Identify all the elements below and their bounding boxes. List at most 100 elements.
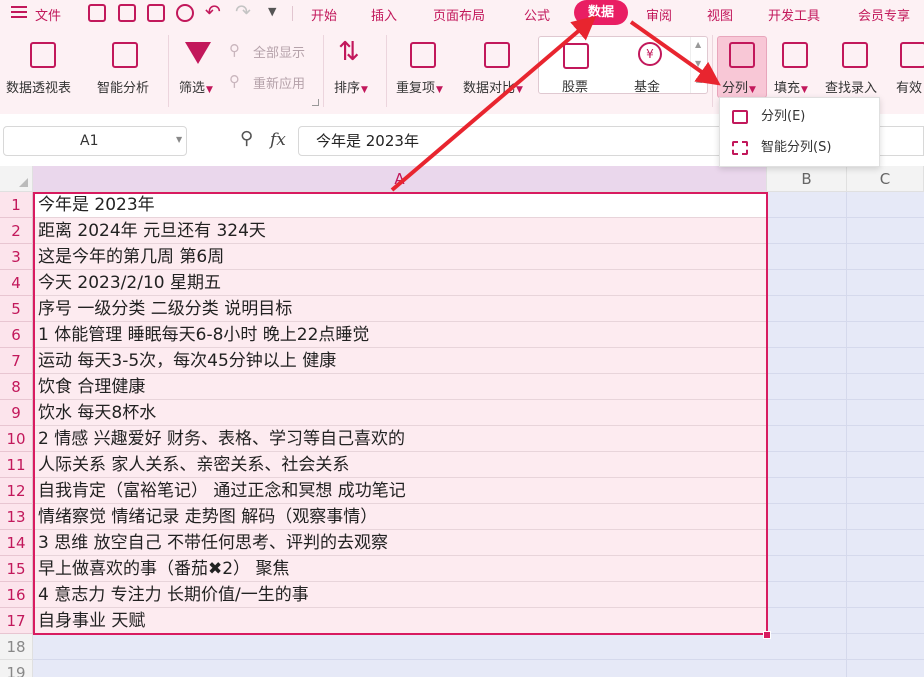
cell-a[interactable] <box>33 634 767 660</box>
cell-b[interactable] <box>767 478 847 504</box>
tab-home[interactable]: 开始 <box>311 5 337 24</box>
cell-c[interactable] <box>847 504 924 530</box>
chevron-down-icon[interactable]: ▼ <box>176 135 182 144</box>
sort-button[interactable]: ⇅ 排序▼ <box>328 27 380 107</box>
cell-c[interactable] <box>847 348 924 374</box>
cell-c[interactable] <box>847 270 924 296</box>
cell-c[interactable] <box>847 244 924 270</box>
cell-b[interactable] <box>767 296 847 322</box>
cell-b[interactable] <box>767 192 847 218</box>
duplicates-button[interactable]: 重复项▼ <box>390 27 452 107</box>
file-menu[interactable]: 文件 <box>35 5 61 24</box>
cell-b[interactable] <box>767 270 847 296</box>
cell-a[interactable]: 情绪察觉 情绪记录 走势图 解码（观察事情） <box>33 504 767 530</box>
tab-review[interactable]: 审阅 <box>646 5 672 24</box>
show-all-button[interactable]: ⚲ 全部显示 <box>228 41 314 63</box>
cell-c[interactable] <box>847 556 924 582</box>
cell-c[interactable] <box>847 530 924 556</box>
cell-c[interactable] <box>847 192 924 218</box>
row-header[interactable]: 6 <box>0 322 33 348</box>
column-header-b[interactable]: B <box>767 166 847 192</box>
tab-page-layout[interactable]: 页面布局 <box>433 5 485 24</box>
column-header-c[interactable]: C <box>847 166 924 192</box>
cell-c[interactable] <box>847 218 924 244</box>
cell-b[interactable] <box>767 426 847 452</box>
row-header[interactable]: 15 <box>0 556 33 582</box>
cell-a[interactable]: 4 意志力 专注力 长期价值/一生的事 <box>33 582 767 608</box>
zoom-search-icon[interactable]: ⚲ <box>240 128 253 149</box>
cell-b[interactable] <box>767 322 847 348</box>
fill-handle[interactable] <box>763 631 771 639</box>
cell-c[interactable] <box>847 478 924 504</box>
cell-b[interactable] <box>767 530 847 556</box>
row-header[interactable]: 9 <box>0 400 33 426</box>
row-header[interactable]: 10 <box>0 426 33 452</box>
cell-a[interactable]: 序号 一级分类 二级分类 说明目标 <box>33 296 767 322</box>
cell-c[interactable] <box>847 400 924 426</box>
cell-a[interactable]: 自身事业 天赋 <box>33 608 767 634</box>
stocks-button[interactable]: 股票 <box>539 37 613 95</box>
cell-b[interactable] <box>767 452 847 478</box>
cell-b[interactable] <box>767 634 847 660</box>
cell-a[interactable]: 这是今年的第几周 第6周 <box>33 244 767 270</box>
export-icon[interactable] <box>118 4 136 22</box>
row-header[interactable]: 3 <box>0 244 33 270</box>
cell-c[interactable] <box>847 296 924 322</box>
row-header[interactable]: 8 <box>0 374 33 400</box>
hamburger-icon[interactable] <box>11 5 27 19</box>
cell-a[interactable]: 1 体能管理 睡眠每天6-8小时 晚上22点睡觉 <box>33 322 767 348</box>
validity-button[interactable]: 有效 <box>892 27 924 107</box>
select-all-corner[interactable] <box>0 166 33 192</box>
lookup-entry-button[interactable]: 查找录入 <box>822 27 888 107</box>
data-compare-button[interactable]: 数据对比▼ <box>458 27 534 107</box>
cell-c[interactable] <box>847 452 924 478</box>
row-header[interactable]: 4 <box>0 270 33 296</box>
cell-b[interactable] <box>767 660 847 677</box>
pivot-table-button[interactable]: 数据透视表 <box>0 27 86 107</box>
row-header[interactable]: 19 <box>0 660 33 677</box>
smart-analysis-button[interactable]: 智能分析 <box>90 27 162 107</box>
cell-a[interactable]: 运动 每天3-5次，每次45分钟以上 健康 <box>33 348 767 374</box>
menu-item-smart-split[interactable]: 智能分列(S) <box>720 133 879 163</box>
cell-c[interactable] <box>847 634 924 660</box>
cell-c[interactable] <box>847 322 924 348</box>
row-header[interactable]: 7 <box>0 348 33 374</box>
cell-c[interactable] <box>847 582 924 608</box>
cell-a[interactable]: 今年是 2023年 <box>33 192 767 218</box>
row-header[interactable]: 5 <box>0 296 33 322</box>
undo-icon[interactable]: ↶ <box>205 1 221 23</box>
menu-item-split-column[interactable]: 分列(E) <box>720 102 879 132</box>
fx-icon[interactable]: fx <box>270 130 286 150</box>
split-column-button[interactable]: 分列▼ <box>717 36 767 98</box>
gallery-scroll[interactable]: ▲ ▼ ≡ <box>690 37 708 93</box>
print-preview-icon[interactable] <box>176 4 194 22</box>
row-header[interactable]: 13 <box>0 504 33 530</box>
cell-b[interactable] <box>767 374 847 400</box>
cell-a[interactable]: 早上做喜欢的事（番茄✖2） 聚焦 <box>33 556 767 582</box>
cell-a[interactable]: 距离 2024年 元旦还有 324天 <box>33 218 767 244</box>
cell-b[interactable] <box>767 504 847 530</box>
cell-b[interactable] <box>767 244 847 270</box>
group-expand-icon[interactable] <box>312 99 319 106</box>
cell-b[interactable] <box>767 608 847 634</box>
cell-a[interactable] <box>33 660 767 677</box>
row-header[interactable]: 17 <box>0 608 33 634</box>
tab-data[interactable]: 数据 <box>574 0 628 25</box>
row-header[interactable]: 14 <box>0 530 33 556</box>
chevron-down-icon[interactable]: ▼ <box>268 5 276 18</box>
fill-button[interactable]: 填充▼ <box>770 27 820 107</box>
tab-member[interactable]: 会员专享 <box>858 5 910 24</box>
cell-a[interactable]: 人际关系 家人关系、亲密关系、社会关系 <box>33 452 767 478</box>
filter-button[interactable]: 筛选▼ <box>172 27 222 107</box>
cell-b[interactable] <box>767 348 847 374</box>
cell-b[interactable] <box>767 556 847 582</box>
cell-a[interactable]: 今天 2023/2/10 星期五 <box>33 270 767 296</box>
tab-insert[interactable]: 插入 <box>371 5 397 24</box>
name-box[interactable]: A1 ▼ <box>3 126 187 156</box>
tab-formulas[interactable]: 公式 <box>524 5 550 24</box>
cell-a[interactable]: 自我肯定（富裕笔记） 通过正念和冥想 成功笔记 <box>33 478 767 504</box>
cell-c[interactable] <box>847 660 924 677</box>
tab-developer[interactable]: 开发工具 <box>768 5 820 24</box>
print-icon[interactable] <box>147 4 165 22</box>
row-header[interactable]: 2 <box>0 218 33 244</box>
